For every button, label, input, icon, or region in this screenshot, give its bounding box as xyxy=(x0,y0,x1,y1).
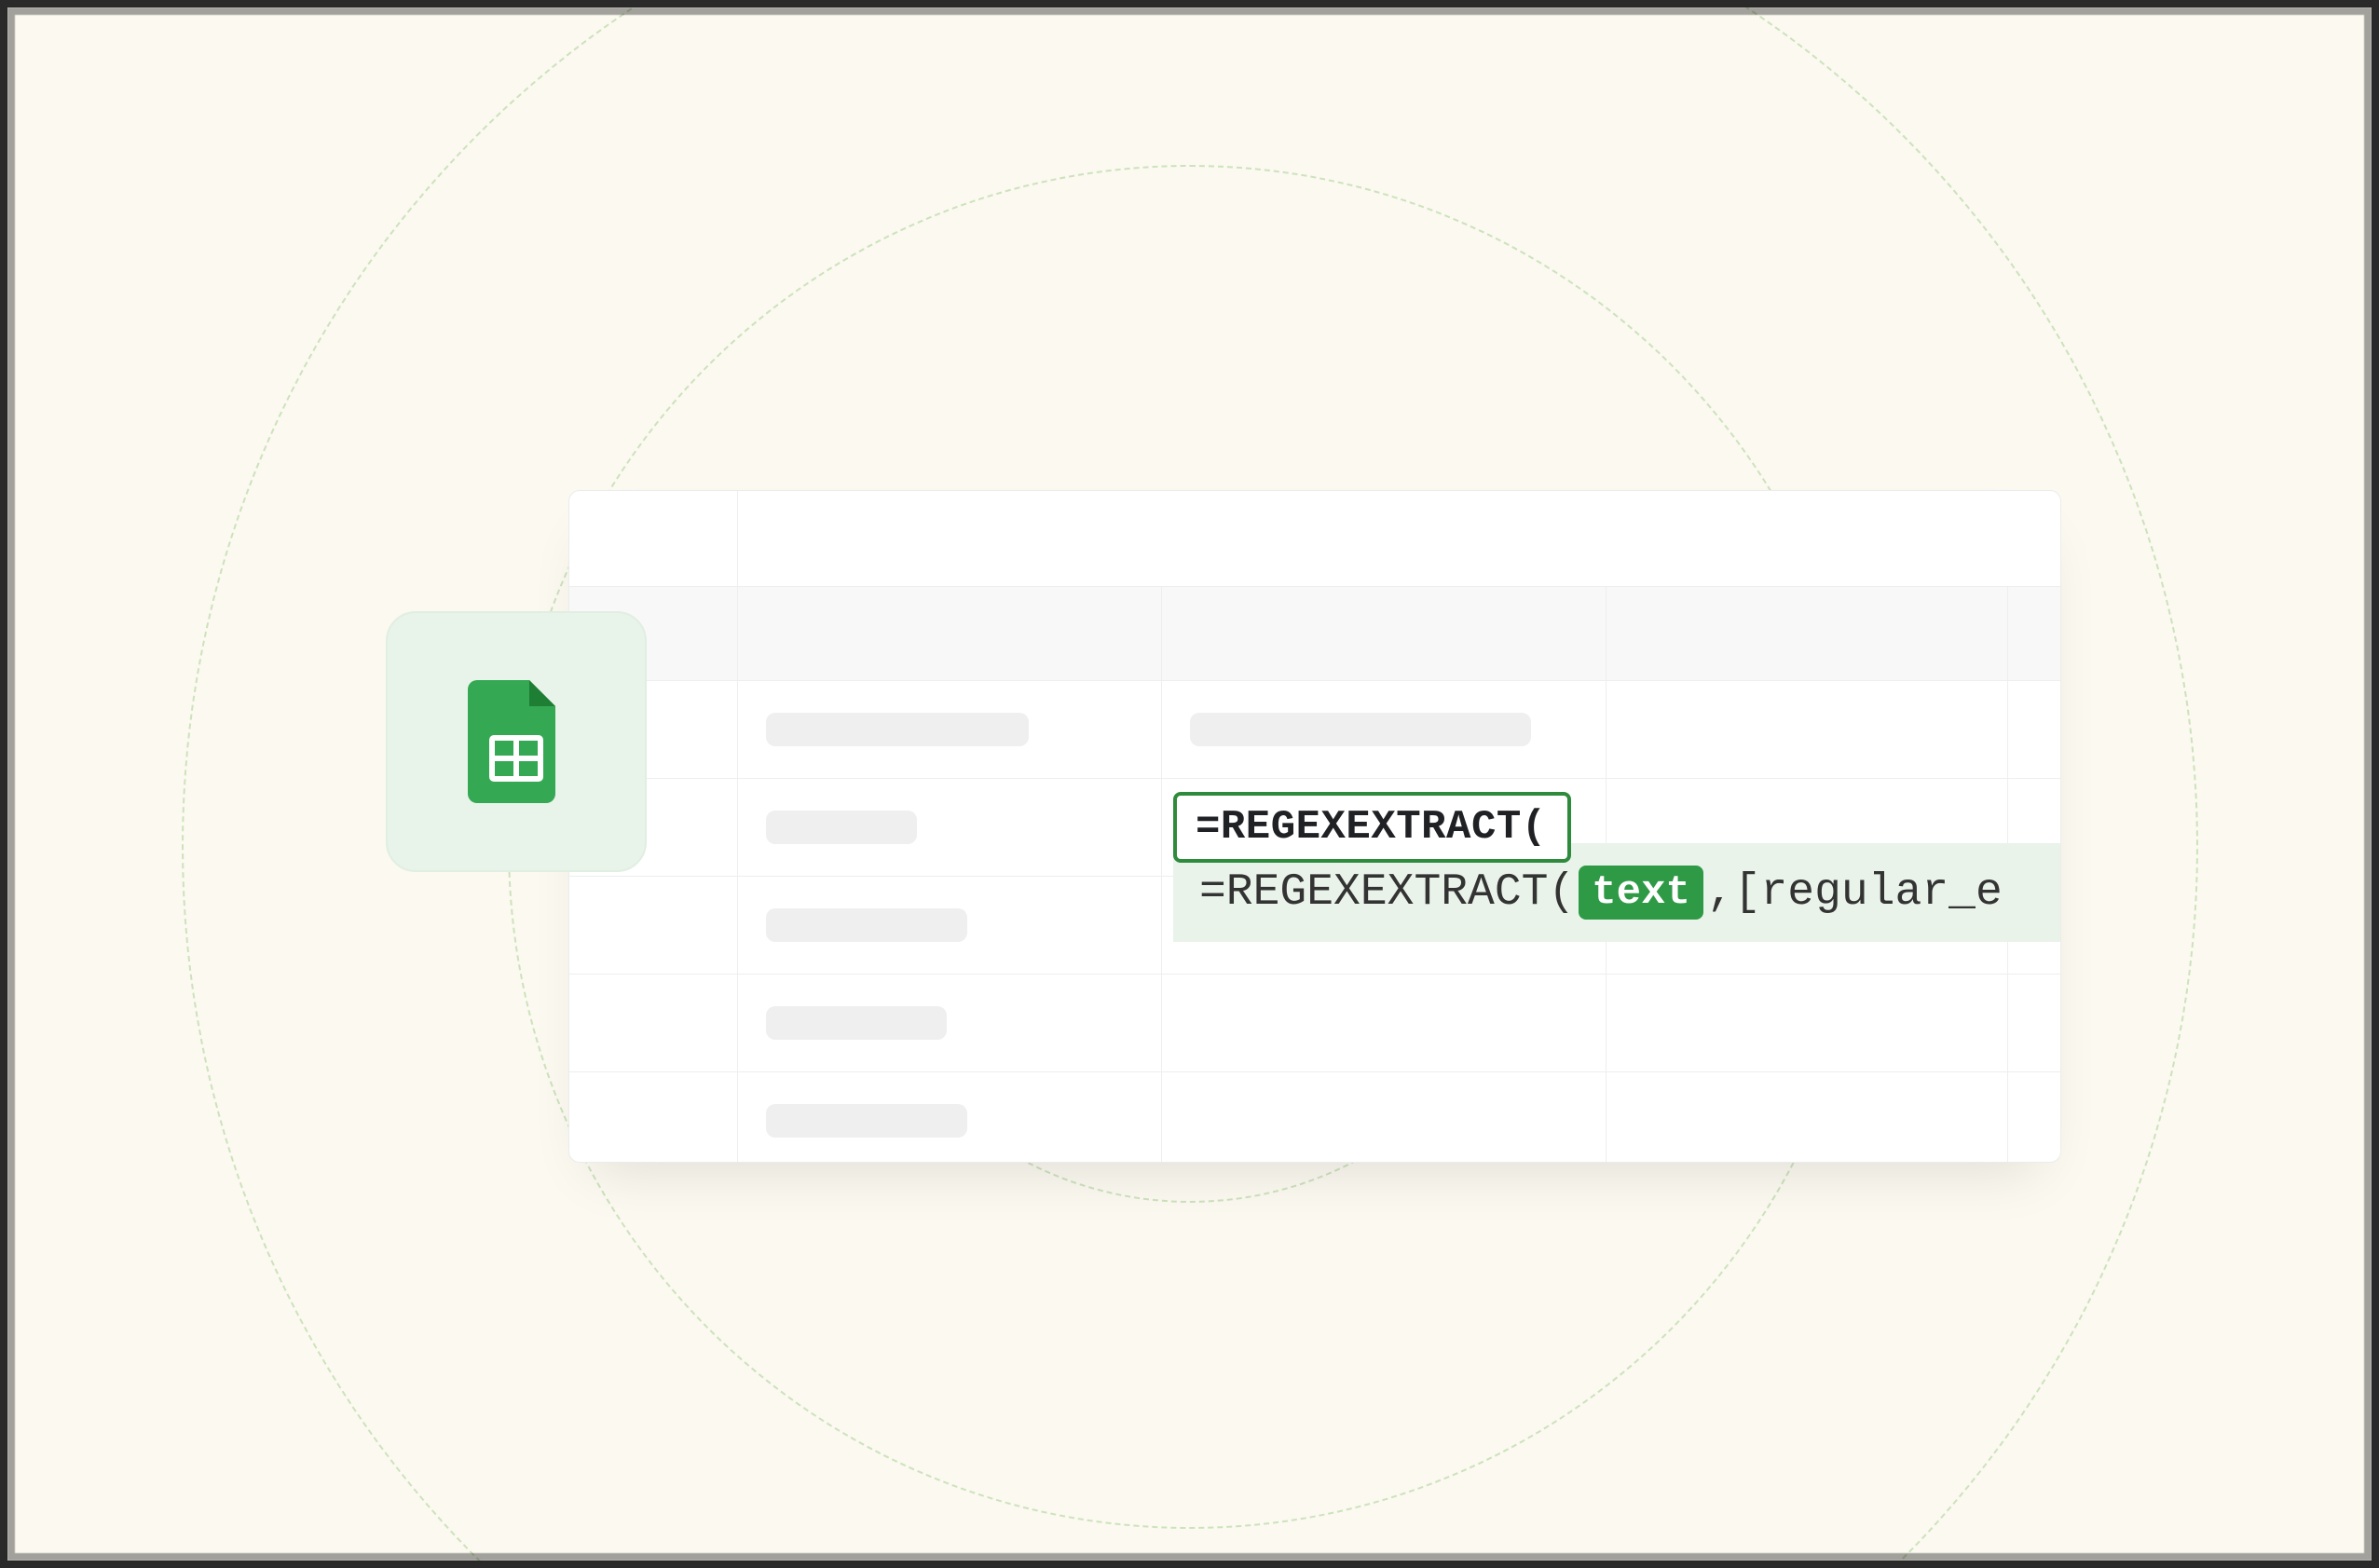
cell[interactable] xyxy=(738,975,1162,1071)
spreadsheet-toolbar xyxy=(569,491,2060,587)
cell[interactable] xyxy=(738,681,1162,778)
cell[interactable] xyxy=(1607,681,2008,778)
column-header[interactable] xyxy=(2008,587,2060,680)
cell[interactable] xyxy=(1162,681,1607,778)
cell[interactable] xyxy=(738,877,1162,974)
formula-input-cell[interactable]: =REGEXEXTRACT( xyxy=(1173,792,1571,863)
row-header[interactable] xyxy=(569,1072,738,1163)
column-header[interactable] xyxy=(1607,587,2008,680)
cell[interactable] xyxy=(1607,975,2008,1071)
hint-suffix: ,[regular_e xyxy=(1707,867,2003,918)
cell[interactable] xyxy=(2008,1072,2060,1163)
cell[interactable] xyxy=(738,779,1162,876)
spreadsheet-row xyxy=(569,681,2060,779)
cell[interactable] xyxy=(1162,1072,1607,1163)
cell-placeholder xyxy=(766,908,967,942)
cell-placeholder xyxy=(1190,713,1531,746)
column-header[interactable] xyxy=(738,587,1162,680)
hint-active-argument: text xyxy=(1579,866,1703,920)
formula-text: =REGEXEXTRACT( xyxy=(1196,804,1547,851)
column-header[interactable] xyxy=(1162,587,1607,680)
spreadsheet-row xyxy=(569,975,2060,1072)
hint-prefix: =REGEXEXTRACT( xyxy=(1199,867,1575,918)
cell[interactable] xyxy=(2008,975,2060,1071)
column-headers-row xyxy=(569,587,2060,681)
row-header[interactable] xyxy=(569,877,738,974)
cell-placeholder xyxy=(766,811,917,844)
spreadsheet-card: =REGEXEXTRACT( =RE xyxy=(568,490,2061,1163)
spreadsheet-row xyxy=(569,1072,2060,1163)
cell-placeholder xyxy=(766,1104,967,1138)
cell[interactable] xyxy=(738,1072,1162,1163)
row-header[interactable] xyxy=(569,975,738,1071)
cell[interactable] xyxy=(1607,1072,2008,1163)
cell-placeholder xyxy=(766,1006,947,1040)
cell-placeholder xyxy=(766,713,1029,746)
cell[interactable] xyxy=(2008,681,2060,778)
cell[interactable] xyxy=(1162,975,1607,1071)
google-sheets-badge xyxy=(386,611,647,872)
google-sheets-icon xyxy=(468,680,565,803)
